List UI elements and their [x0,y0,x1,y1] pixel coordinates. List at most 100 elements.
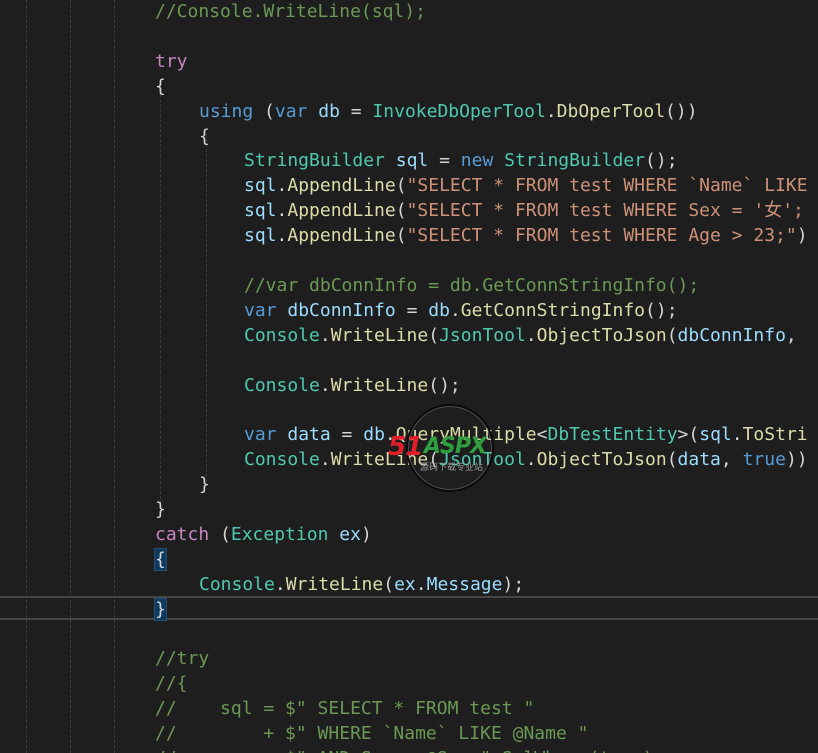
code-token: Console [244,449,320,470]
code-token: . [449,300,461,321]
code-text: //var dbConnInfo = db.GetConnStringInfo(… [244,274,699,298]
code-text: Console.WriteLine(ex.Message); [199,573,524,597]
code-token: GetConnStringInfo [460,300,646,321]
code-token: (); [645,300,678,321]
code-token: . [319,449,331,470]
code-token: . [276,225,288,246]
code-line: { [0,75,818,99]
code-token: ( [383,574,395,595]
code-token: data [677,449,721,470]
code-token: . [276,175,288,196]
code-token: dbConnInfo [287,300,396,321]
code-token: ( [209,524,231,545]
code-token: try [155,51,188,72]
code-token: . [319,375,331,396]
code-token: Exception [230,524,329,545]
code-text: StringBuilder sql = new StringBuilder(); [244,149,678,173]
code-token: } [199,474,210,495]
code-token: . [319,325,331,346]
code-token: ()) [665,101,698,122]
code-token: . [276,200,288,221]
code-token: Message [426,574,503,595]
code-token: sql [244,225,277,246]
code-line: Console.WriteLine(ex.Message); [0,573,818,597]
code-text: var dbConnInfo = db.GetConnStringInfo(); [244,299,678,323]
code-text: { [154,548,167,572]
code-token: WriteLine [330,325,429,346]
code-text: sql.AppendLine("SELECT * FROM test WHERE… [244,174,808,198]
matched-brace: } [154,598,167,621]
code-token: "SELECT * FROM test WHERE Sex = '女'; [406,200,804,221]
code-text: //{ [155,672,188,696]
code-text: Console.WriteLine(JsonTool.ObjectToJson(… [244,324,797,348]
code-token: WriteLine [330,375,429,396]
code-token: >( [677,424,700,445]
watermark-brand-number: 51 [388,432,423,462]
code-editor[interactable]: //Console.WriteLine(sql); try{using (var … [0,0,818,753]
code-line: } [0,498,818,522]
watermark-subtitle: 源码下载专业站 [420,463,484,473]
code-token: data [287,424,331,445]
code-line: //try [0,647,818,671]
code-token: ) [796,225,808,246]
code-token: )) [785,449,808,470]
code-line: Console.WriteLine(JsonTool.ObjectToJson(… [0,324,818,348]
code-token: //Console.WriteLine(sql); [155,1,426,22]
code-line: using (var db = InvokeDbOperTool.DbOperT… [0,100,818,124]
code-token: . [731,424,743,445]
code-token: //var dbConnInfo = db.GetConnStringInfo(… [244,275,700,296]
code-token: { [199,126,210,147]
code-token: ex [339,524,361,545]
code-line: sql.AppendLine("SELECT * FROM test WHERE… [0,199,818,223]
code-token: ObjectToJson [536,325,667,346]
code-token: (); [645,150,678,171]
code-line: //var dbConnInfo = db.GetConnStringInfo(… [0,274,818,298]
code-token: . [545,101,557,122]
code-token: = [395,300,429,321]
code-line: catch (Exception ex) [0,523,818,547]
code-token: ex [394,574,416,595]
code-text: catch (Exception ex) [155,523,372,547]
code-line: var dbConnInfo = db.GetConnStringInfo(); [0,299,818,323]
code-line: { [0,548,818,572]
code-token: db [428,300,450,321]
code-token: Console [244,325,320,346]
code-token: ) [360,524,372,545]
code-line: // sql = $" SELECT * FROM test " [0,697,818,721]
code-text: var data = db.QueryMultiple<DbTestEntity… [244,423,808,447]
code-token: ( [253,101,275,122]
code-token: sql [699,424,732,445]
code-line: StringBuilder sql = new StringBuilder(); [0,149,818,173]
code-token: ( [666,325,678,346]
code-token: = [428,150,461,171]
code-line: Console.WriteLine(); [0,374,818,398]
code-line: // + $" WHERE `Name` LIKE @Name " [0,722,818,746]
code-token: < [536,424,548,445]
code-text: // sql = $" SELECT * FROM test " [155,697,534,721]
code-token: Console [199,574,275,595]
code-token: sql [244,175,277,196]
code-token: = [330,424,364,445]
code-token: . [274,574,286,595]
code-text: //try [155,647,209,671]
code-token: dbConnInfo [677,325,786,346]
code-text: // + $" WHERE `Name` LIKE @Name " [155,722,588,746]
code-token: var [244,424,277,445]
code-token: true [742,449,786,470]
code-token: InvokeDbOperTool [372,101,546,122]
code-text: { [155,75,166,99]
code-token: StringBuilder [244,150,385,171]
code-token: using [199,101,254,122]
code-token: { [155,76,166,97]
code-text: // + $" AND Sex = @Sex " SqlWhere(true); [155,747,664,753]
code-token: ); [502,574,525,595]
code-token: //try [155,648,210,669]
code-token: ObjectToJson [536,449,667,470]
code-token: WriteLine [285,574,384,595]
